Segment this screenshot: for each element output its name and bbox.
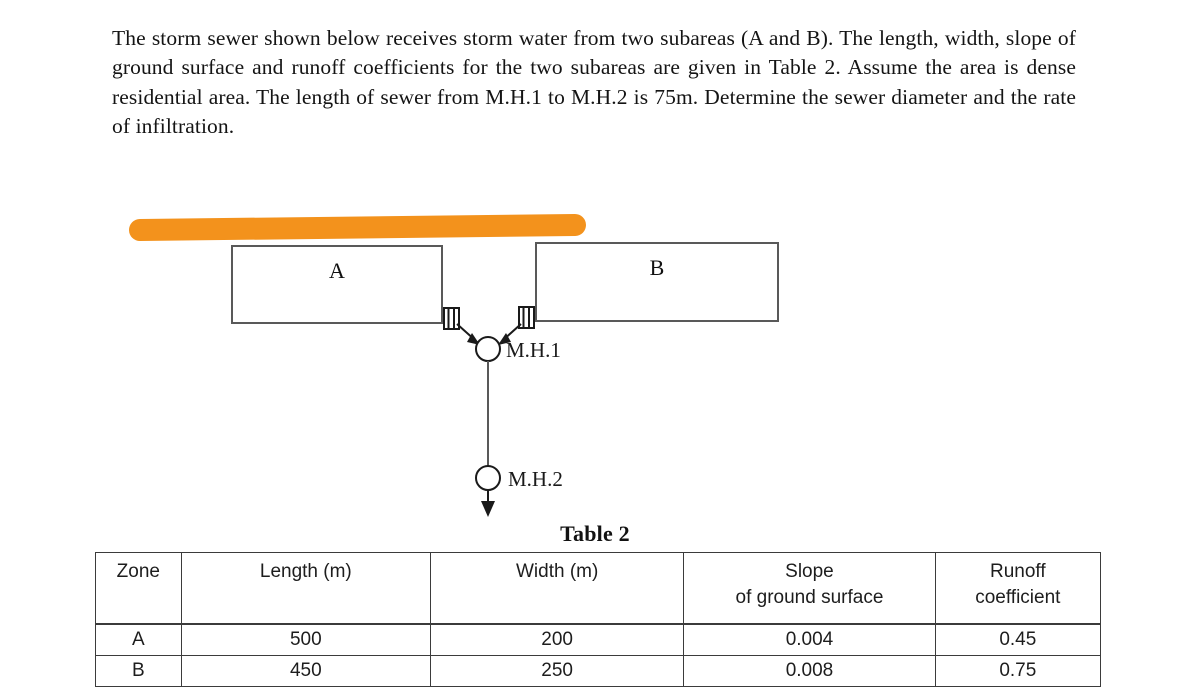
orange-highlight-marker xyxy=(129,214,586,241)
header-line-2: coefficient xyxy=(975,587,1061,608)
cell-runoff: 0.45 xyxy=(934,623,1102,656)
cell-width: 250 xyxy=(430,655,685,687)
sewer-system-diagram: A B M.H.1 M.H.2 xyxy=(0,195,1200,535)
table-row: A 500 200 0.004 0.45 xyxy=(95,623,1102,656)
flow-arrow-a xyxy=(456,323,480,345)
header-line-1: Slope xyxy=(785,561,834,582)
table-row: B 450 250 0.008 0.75 xyxy=(95,655,1102,687)
cell-width: 200 xyxy=(430,623,685,656)
cell-zone: B xyxy=(95,655,182,687)
table-header-row: Zone Length (m) Width (m) Slope of groun… xyxy=(95,552,1102,625)
manhole-2-symbol xyxy=(475,465,501,491)
table-header: Zone Length (m) Width (m) Slope of groun… xyxy=(95,552,1102,625)
inlet-structure-a-icon xyxy=(443,307,460,330)
subarea-b-label: B xyxy=(650,255,665,280)
cell-zone: A xyxy=(95,623,182,656)
problem-statement: The storm sewer shown below receives sto… xyxy=(112,25,1076,139)
column-header-zone: Zone xyxy=(95,552,182,625)
cell-length: 450 xyxy=(180,655,432,687)
subarea-a-label: A xyxy=(329,258,345,283)
column-header-slope: Slope of ground surface xyxy=(683,552,936,625)
table-caption-text: Table 2 xyxy=(560,521,630,546)
header-line-1: Width (m) xyxy=(515,561,599,582)
column-header-runoff: Runoff coefficient xyxy=(934,552,1102,625)
table-body: A 500 200 0.004 0.45 B 450 250 0.008 0.7… xyxy=(95,623,1102,687)
header-line-2: of ground surface xyxy=(735,587,884,608)
header-line-1: Length (m) xyxy=(259,561,352,582)
table-caption: Table 2 xyxy=(0,521,1200,547)
cell-slope: 0.008 xyxy=(683,655,936,687)
cell-length: 500 xyxy=(180,623,432,656)
outflow-arrow xyxy=(481,490,495,517)
column-header-length: Length (m) xyxy=(180,552,432,625)
subarea-data-table: Zone Length (m) Width (m) Slope of groun… xyxy=(95,552,1102,687)
manhole-1-symbol xyxy=(475,336,501,362)
manhole-1-label: M.H.1 xyxy=(506,338,561,362)
manhole-2-label: M.H.2 xyxy=(508,467,563,491)
header-line-1: Zone xyxy=(116,561,160,582)
cell-runoff: 0.75 xyxy=(934,655,1102,687)
column-header-width: Width (m) xyxy=(430,552,685,625)
header-line-1: Runoff xyxy=(990,561,1046,582)
cell-slope: 0.004 xyxy=(683,623,936,656)
